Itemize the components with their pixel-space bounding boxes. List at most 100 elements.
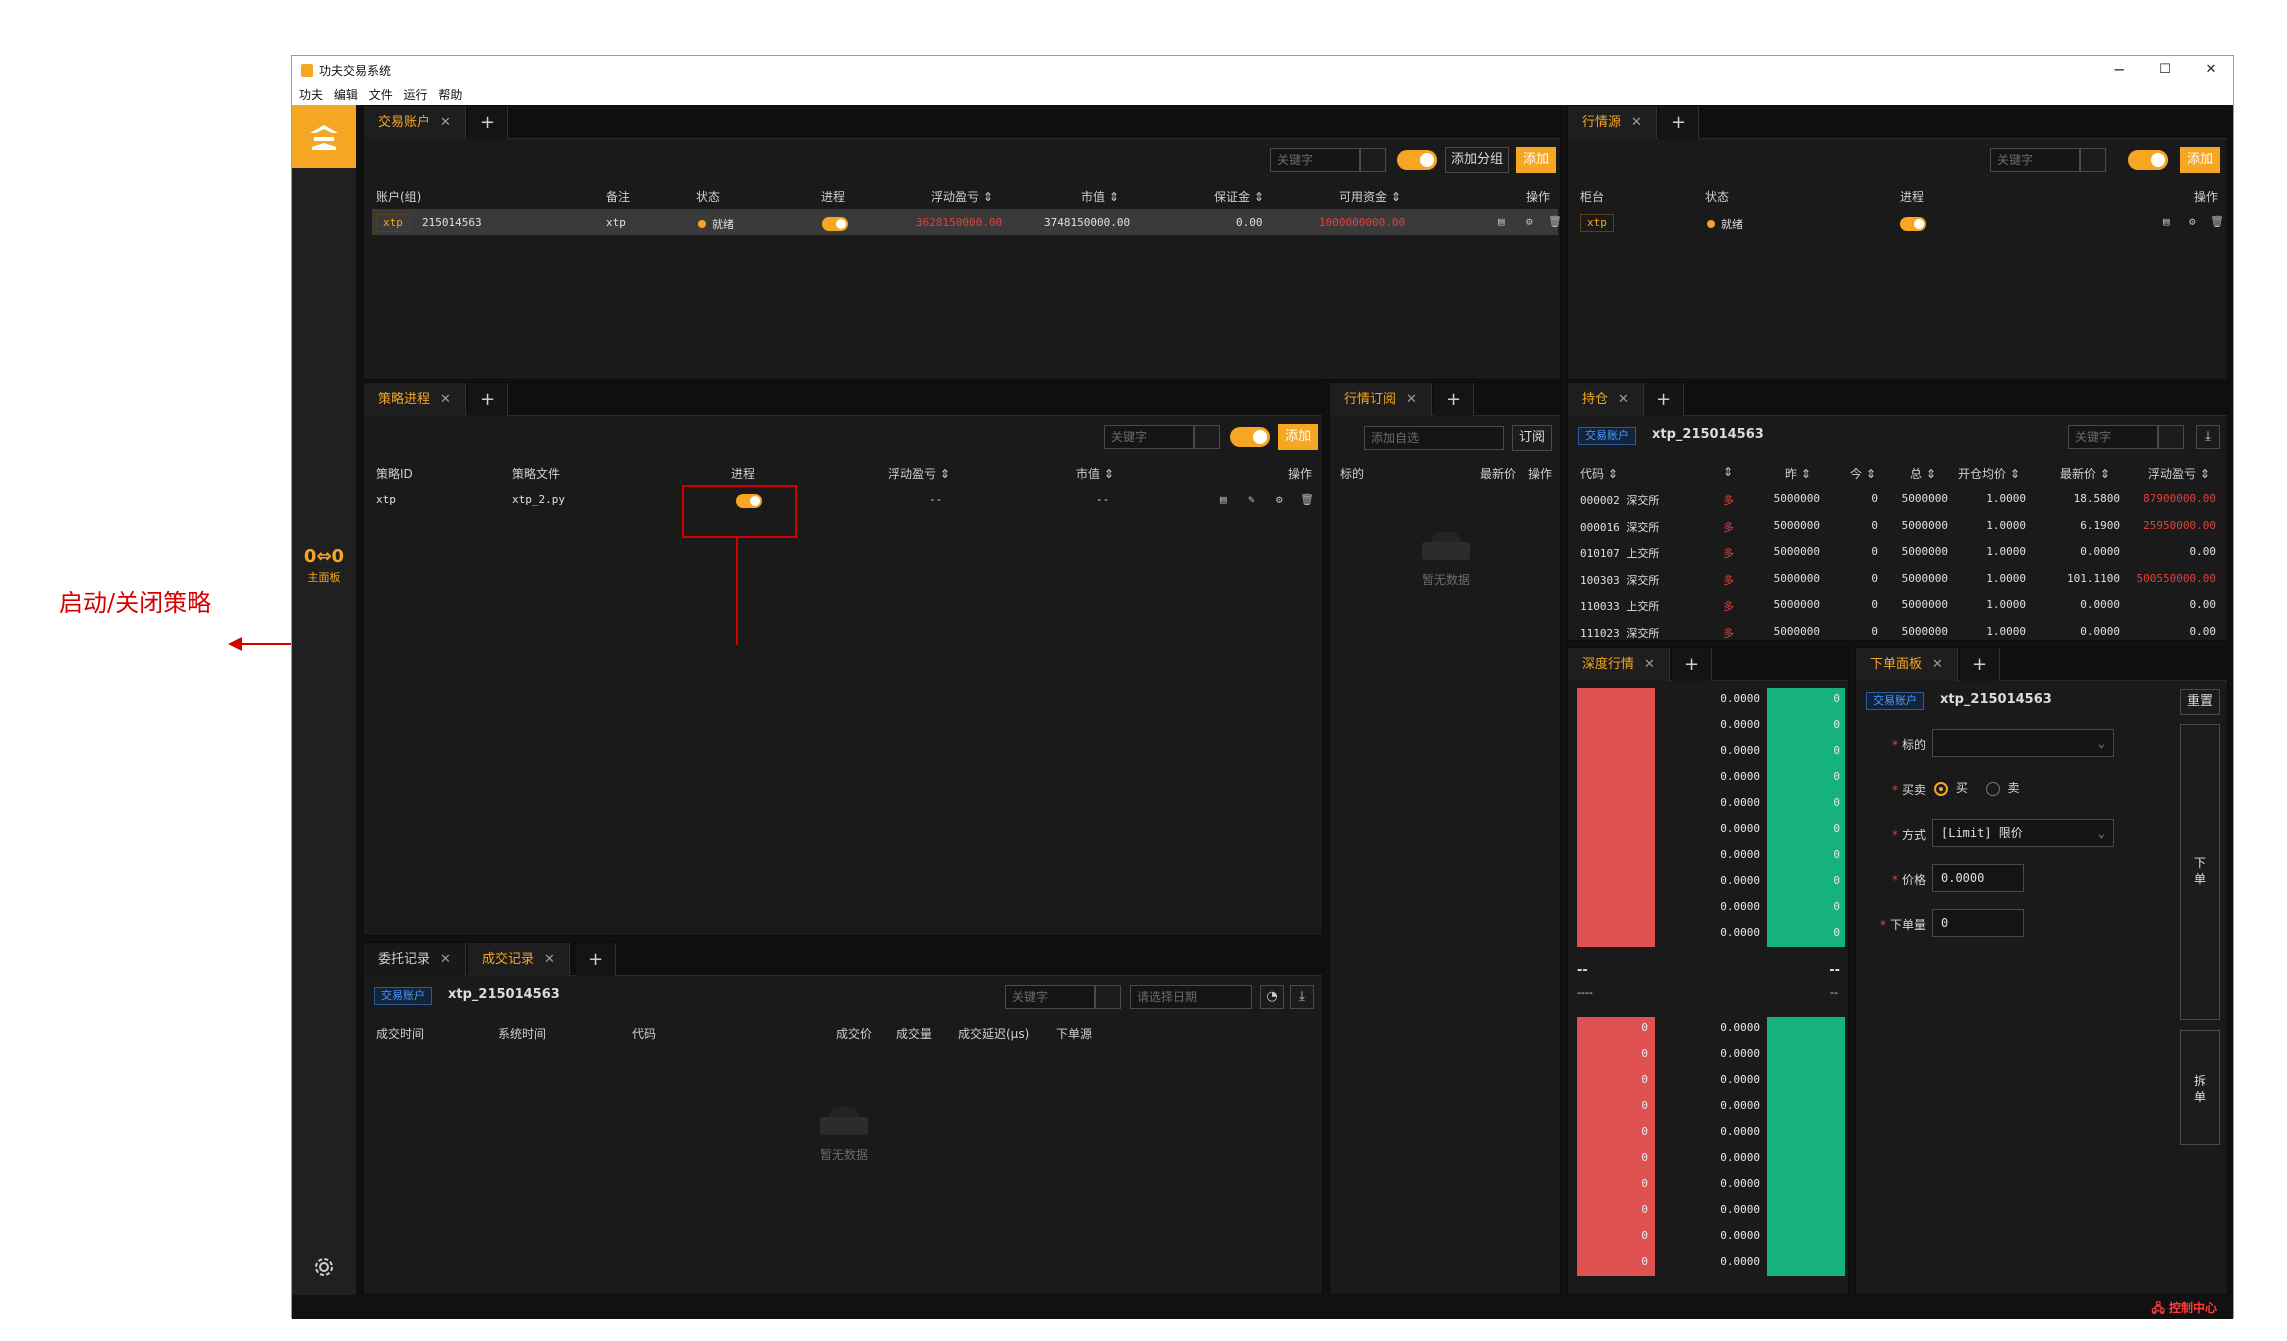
add-tab-button[interactable]: + bbox=[576, 943, 616, 976]
search-input[interactable]: 关键字 bbox=[1005, 985, 1095, 1009]
delete-icon[interactable]: 🗑 bbox=[1300, 493, 1314, 506]
add-md-source-button[interactable]: 添加 bbox=[2180, 147, 2220, 173]
ask-price-level[interactable]: 0.0000 bbox=[1660, 822, 1760, 835]
global-process-toggle[interactable] bbox=[2128, 150, 2168, 170]
settings-gear-icon[interactable] bbox=[310, 1253, 338, 1281]
col-last-price[interactable]: 最新价 ⇕ bbox=[2060, 465, 2110, 482]
add-account-button[interactable]: 添加 bbox=[1516, 147, 1556, 173]
place-order-button[interactable]: 下单 bbox=[2180, 724, 2220, 1020]
maximize-button[interactable]: ☐ bbox=[2147, 59, 2183, 81]
add-tab-button[interactable]: + bbox=[468, 106, 508, 139]
col-system-time[interactable]: 系统时间 bbox=[498, 1025, 546, 1042]
close-tab-icon[interactable]: ✕ bbox=[1618, 392, 1629, 407]
tab-depth[interactable]: 深度行情 ✕ bbox=[1568, 648, 1670, 681]
menu-item-file[interactable]: 文件 bbox=[369, 85, 393, 105]
sell-radio[interactable] bbox=[1985, 781, 2000, 796]
col-avg-price[interactable]: 开仓均价 ⇕ bbox=[1958, 465, 2020, 482]
search-icon[interactable] bbox=[1095, 985, 1121, 1009]
close-button[interactable]: ✕ bbox=[2193, 59, 2229, 81]
settings-icon[interactable]: ⚙ bbox=[1276, 493, 1283, 506]
edit-doc-icon[interactable]: ▤ bbox=[2163, 215, 2170, 228]
search-input[interactable]: 关键字 bbox=[1990, 148, 2080, 172]
add-tab-button[interactable]: + bbox=[1672, 648, 1712, 681]
search-input[interactable]: 关键字 bbox=[2068, 425, 2158, 449]
ask-price-level[interactable]: 0.0000 bbox=[1660, 926, 1760, 939]
edit-icon[interactable]: ✎ bbox=[1248, 493, 1255, 506]
search-icon[interactable] bbox=[2080, 148, 2106, 172]
col-market-value[interactable]: 市值 ⇕ bbox=[1076, 465, 1114, 482]
menu-item-edit[interactable]: 编辑 bbox=[334, 85, 358, 105]
bid-price-level[interactable]: 0.0000 bbox=[1660, 1151, 1760, 1164]
ask-price-level[interactable]: 0.0000 bbox=[1660, 692, 1760, 705]
position-row[interactable]: 111023 深交所 多 5000000 0 5000000 1.0000 0.0000 0.… bbox=[1580, 625, 2220, 640]
search-input[interactable]: 关键字 bbox=[1104, 425, 1194, 449]
position-row[interactable]: 110033 上交所 多 5000000 0 5000000 1.0000 0.0000 0.… bbox=[1580, 598, 2220, 616]
date-picker-input[interactable]: 请选择日期 bbox=[1130, 985, 1252, 1009]
tab-subscription[interactable]: 行情订阅 ✕ bbox=[1330, 383, 1432, 416]
col-market-value[interactable]: 市值 ⇕ bbox=[1081, 188, 1119, 205]
strategy-row[interactable]: xtp xtp_2.py -- -- ▤ ✎ ⚙ 🗑 bbox=[376, 493, 1316, 511]
close-tab-icon[interactable]: ✕ bbox=[440, 115, 451, 130]
global-process-toggle[interactable] bbox=[1397, 150, 1437, 170]
close-tab-icon[interactable]: ✕ bbox=[440, 392, 451, 407]
ask-price-level[interactable]: 0.0000 bbox=[1660, 796, 1760, 809]
bid-price-level[interactable]: 0.0000 bbox=[1660, 1255, 1760, 1268]
ask-price-level[interactable]: 0.0000 bbox=[1660, 770, 1760, 783]
col-today[interactable]: 今 ⇕ bbox=[1850, 465, 1876, 482]
search-input[interactable]: 关键字 bbox=[1270, 148, 1360, 172]
col-code[interactable]: 代码 bbox=[632, 1025, 656, 1042]
minimize-button[interactable]: ─ bbox=[2101, 59, 2137, 81]
col-trade-price[interactable]: 成交价 bbox=[836, 1025, 872, 1042]
col-yesterday[interactable]: 昨 ⇕ bbox=[1785, 465, 1811, 482]
ask-price-level[interactable]: 0.0000 bbox=[1660, 848, 1760, 861]
add-watchlist-input[interactable]: 添加自选 bbox=[1364, 426, 1504, 450]
add-group-button[interactable]: 添加分组 bbox=[1445, 147, 1509, 173]
position-row[interactable]: 000016 深交所 多 5000000 0 5000000 1.0000 6.1900 25… bbox=[1580, 519, 2220, 537]
add-tab-button[interactable]: + bbox=[1644, 383, 1684, 416]
close-tab-icon[interactable]: ✕ bbox=[544, 952, 555, 967]
symbol-select[interactable]: ⌄ bbox=[1932, 729, 2114, 757]
tab-orders[interactable]: 委托记录 ✕ bbox=[364, 943, 466, 976]
close-tab-icon[interactable]: ✕ bbox=[1644, 657, 1655, 672]
col-trade-volume[interactable]: 成交量 bbox=[896, 1025, 932, 1042]
add-strategy-button[interactable]: 添加 bbox=[1278, 424, 1318, 450]
settings-icon[interactable]: ⚙ bbox=[1526, 215, 1533, 228]
search-icon[interactable] bbox=[1360, 148, 1386, 172]
col-total[interactable]: 总 ⇕ bbox=[1910, 465, 1936, 482]
col-available[interactable]: 可用资金 ⇕ bbox=[1339, 188, 1401, 205]
tab-order-form[interactable]: 下单面板 ✕ bbox=[1856, 648, 1958, 681]
subscribe-button[interactable]: 订阅 bbox=[1512, 425, 1552, 451]
price-input[interactable]: 0.0000 bbox=[1932, 864, 2024, 892]
bid-price-level[interactable]: 0.0000 bbox=[1660, 1073, 1760, 1086]
delete-icon[interactable]: 🗑 bbox=[2210, 215, 2224, 228]
bid-price-level[interactable]: 0.0000 bbox=[1660, 1177, 1760, 1190]
add-tab-button[interactable]: + bbox=[1960, 648, 2000, 681]
source-process-toggle[interactable] bbox=[1900, 217, 1926, 231]
tab-position[interactable]: 持仓 ✕ bbox=[1568, 383, 1644, 416]
col-pnl[interactable]: 浮动盈亏 ⇕ bbox=[2148, 465, 2210, 482]
close-tab-icon[interactable]: ✕ bbox=[1406, 392, 1417, 407]
add-tab-button[interactable]: + bbox=[468, 383, 508, 416]
edit-doc-icon[interactable]: ▤ bbox=[1220, 493, 1227, 506]
bid-price-level[interactable]: 0.0000 bbox=[1660, 1229, 1760, 1242]
history-icon[interactable]: ◔ bbox=[1260, 985, 1284, 1009]
edit-doc-icon[interactable]: ▤ bbox=[1498, 215, 1505, 228]
tab-trading-account[interactable]: 交易账户 ✕ bbox=[364, 106, 466, 139]
bid-price-level[interactable]: 0.0000 bbox=[1660, 1047, 1760, 1060]
global-process-toggle[interactable] bbox=[1230, 427, 1270, 447]
col-latency[interactable]: 成交延迟(μs) bbox=[958, 1025, 1029, 1042]
col-code[interactable]: 代码 ⇕ bbox=[1580, 465, 1618, 482]
position-row[interactable]: 000002 深交所 多 5000000 0 5000000 1.0000 18.5800 8… bbox=[1580, 492, 2220, 510]
position-row[interactable]: 100303 深交所 多 5000000 0 5000000 1.0000 101.1100… bbox=[1580, 572, 2220, 590]
menu-item-kungfu[interactable]: 功夫 bbox=[299, 85, 323, 105]
close-tab-icon[interactable]: ✕ bbox=[1932, 657, 1943, 672]
tab-strategy[interactable]: 策略进程 ✕ bbox=[364, 383, 466, 416]
download-icon[interactable]: ⤓ bbox=[1290, 985, 1314, 1009]
col-margin[interactable]: 保证金 ⇕ bbox=[1214, 188, 1264, 205]
position-row[interactable]: 010107 上交所 多 5000000 0 5000000 1.0000 0.0000 0.… bbox=[1580, 545, 2220, 563]
tab-trades[interactable]: 成交记录 ✕ bbox=[468, 943, 570, 976]
account-process-toggle[interactable] bbox=[822, 217, 848, 231]
buy-radio[interactable] bbox=[1934, 781, 1948, 796]
split-order-button[interactable]: 拆单 bbox=[2180, 1030, 2220, 1145]
tab-md-source[interactable]: 行情源 ✕ bbox=[1568, 106, 1657, 139]
